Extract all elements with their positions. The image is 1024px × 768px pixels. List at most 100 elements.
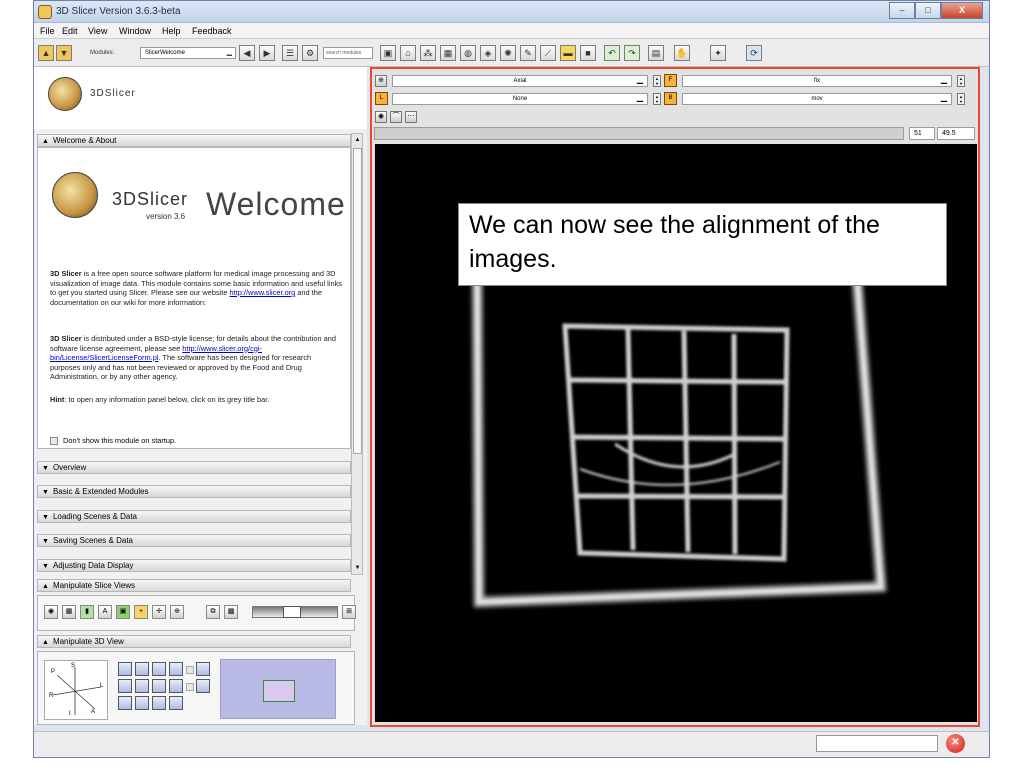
rotate-icon[interactable] — [118, 662, 132, 676]
foreground-selector[interactable]: fix ▁ — [682, 75, 952, 87]
menu-edit[interactable]: Edit — [62, 26, 78, 36]
axis-p-label[interactable]: P — [51, 669, 55, 675]
link-icon[interactable]: ⌒ — [390, 111, 402, 123]
scrollbar-thumb[interactable] — [353, 148, 362, 454]
3d-view-navigator[interactable] — [220, 659, 336, 719]
visibility-eye-icon[interactable]: ◉ — [375, 111, 387, 123]
navigator-frame[interactable] — [263, 680, 295, 702]
menu-help[interactable]: Help — [162, 26, 181, 36]
slice-offset-field[interactable]: 49.5 — [937, 127, 975, 140]
slicer-website-link[interactable]: http://www.slicer.org — [230, 288, 296, 297]
editor-icon[interactable]: ✎ — [520, 45, 536, 61]
reload-icon[interactable]: ⟳ — [746, 45, 762, 61]
module-selector[interactable]: SlicerWelcome ▁ — [140, 47, 236, 59]
axis-orientation-widget[interactable]: P S R L I A — [44, 660, 108, 720]
rock-checkbox[interactable] — [186, 683, 194, 691]
scroll-up-arrow-icon[interactable]: ▲ — [353, 134, 362, 146]
axis-s-label[interactable]: S — [71, 663, 75, 669]
menu-window[interactable]: Window — [119, 26, 151, 36]
back-arrow-icon[interactable]: ◀ — [239, 45, 255, 61]
panel-scrollbar[interactable]: ▲ ▼ — [351, 133, 363, 575]
section-adjusting[interactable]: ▼ Adjusting Data Display — [37, 559, 351, 572]
dont-show-checkbox[interactable] — [50, 437, 58, 446]
maximize-button[interactable]: □ — [915, 2, 941, 19]
background-layer-icon[interactable]: B — [664, 92, 677, 105]
scroll-down-arrow-icon[interactable]: ▼ — [353, 562, 362, 574]
crosshair-green-icon[interactable]: ▣ — [116, 605, 130, 619]
fiducials-icon[interactable]: ✺ — [500, 45, 516, 61]
look-from-icon[interactable] — [135, 662, 149, 676]
screenshot-icon[interactable] — [152, 696, 166, 710]
error-log-icon[interactable]: ✕ — [946, 734, 965, 753]
module-search-input[interactable]: search modules — [323, 47, 373, 59]
ortho-icon[interactable] — [135, 679, 149, 693]
background-color-icon[interactable] — [169, 696, 183, 710]
section-saving[interactable]: ▼ Saving Scenes & Data — [37, 534, 351, 547]
slice-settings-icon[interactable]: ⊕ — [375, 75, 387, 87]
spatial-icon[interactable]: ⊕ — [170, 605, 184, 619]
compare-icon[interactable]: ▩ — [224, 605, 238, 619]
label-spinner[interactable]: ▲ ▼ — [653, 93, 661, 105]
mouse-mode-icon[interactable]: ✋ — [674, 45, 690, 61]
crosshair-yellow-icon[interactable]: + — [134, 605, 148, 619]
background-spinner[interactable]: ▲ ▼ — [957, 93, 965, 105]
section-overview[interactable]: ▼ Overview — [37, 461, 351, 474]
axis-a-label[interactable]: A — [91, 709, 95, 715]
zoom-in-icon[interactable] — [169, 662, 183, 676]
section-loading[interactable]: ▼ Loading Scenes & Data — [37, 510, 351, 523]
slice-viewer[interactable]: We can now see the alignment of the imag… — [375, 144, 977, 722]
snapshot-icon[interactable] — [152, 662, 166, 676]
fit-slices-icon[interactable]: ⧉ — [206, 605, 220, 619]
foreground-spinner[interactable]: ▲ ▼ — [957, 75, 965, 87]
orientation-selector[interactable]: Axial ▁ — [392, 75, 648, 87]
crosshair-icon[interactable]: ✛ — [152, 605, 166, 619]
place-fiducial-icon[interactable]: ✦ — [710, 45, 726, 61]
forward-arrow-icon[interactable]: ▶ — [259, 45, 275, 61]
background-selector[interactable]: mov ▁ — [682, 93, 952, 105]
rock-icon[interactable] — [196, 679, 210, 693]
label-selector[interactable]: None ▁ — [392, 93, 648, 105]
more-options-icon[interactable]: ⋯ — [405, 111, 417, 123]
camera-icon[interactable] — [152, 679, 166, 693]
menu-feedback[interactable]: Feedback — [192, 26, 232, 36]
axis-r-label[interactable]: R — [49, 693, 53, 699]
fog-icon[interactable] — [135, 696, 149, 710]
section-basic-modules[interactable]: ▼ Basic & Extended Modules — [37, 485, 351, 498]
green-slice-icon[interactable]: ▮ — [80, 605, 94, 619]
axis-i-label[interactable]: I — [69, 711, 71, 717]
slider-end-icon[interactable]: ⊞ — [342, 605, 356, 619]
undo-icon[interactable]: ↶ — [604, 45, 620, 61]
zoom-out-icon[interactable] — [169, 679, 183, 693]
slice-opacity-slider[interactable] — [252, 606, 338, 618]
module-history-icon[interactable]: ☰ — [282, 45, 298, 61]
slider-knob[interactable] — [283, 606, 301, 618]
minimize-button[interactable]: – — [889, 2, 915, 19]
layout-icon[interactable]: ■ — [580, 45, 596, 61]
stereo-icon[interactable] — [118, 696, 132, 710]
binoculars-icon[interactable]: ▣ — [380, 45, 396, 61]
spin-icon[interactable] — [196, 662, 210, 676]
redo-icon[interactable]: ↷ — [624, 45, 640, 61]
home-icon[interactable]: ⌂ — [400, 45, 416, 61]
orientation-spinner[interactable]: ▲ ▼ — [653, 75, 661, 87]
section-welcome-about[interactable]: ▲ Welcome & About — [37, 134, 351, 147]
menu-view[interactable]: View — [88, 26, 107, 36]
label-layer-icon[interactable]: L — [375, 92, 388, 105]
models-icon[interactable]: ◍ — [460, 45, 476, 61]
slice-index-field[interactable]: 51 — [909, 127, 935, 140]
foreground-layer-icon[interactable]: F — [664, 74, 677, 87]
annotation-icon[interactable]: A — [98, 605, 112, 619]
slice-grid-icon[interactable]: ▦ — [62, 605, 76, 619]
section-manipulate-slice[interactable]: ▲ Manipulate Slice Views — [37, 579, 351, 592]
spin-checkbox[interactable] — [186, 666, 194, 674]
data-tree-icon[interactable]: ⁂ — [420, 45, 436, 61]
axis-l-label[interactable]: L — [100, 683, 103, 689]
save-scene-icon[interactable]: ▼ — [56, 45, 72, 61]
volumes-icon[interactable]: ▦ — [440, 45, 456, 61]
load-scene-icon[interactable]: ▲ — [38, 45, 54, 61]
colors-icon[interactable]: ▬ — [560, 45, 576, 61]
menu-file[interactable]: File — [40, 26, 55, 36]
section-manipulate-3d[interactable]: ▲ Manipulate 3D View — [37, 635, 351, 648]
close-button[interactable]: X — [941, 2, 983, 19]
slice-offset-slider[interactable] — [374, 127, 904, 140]
